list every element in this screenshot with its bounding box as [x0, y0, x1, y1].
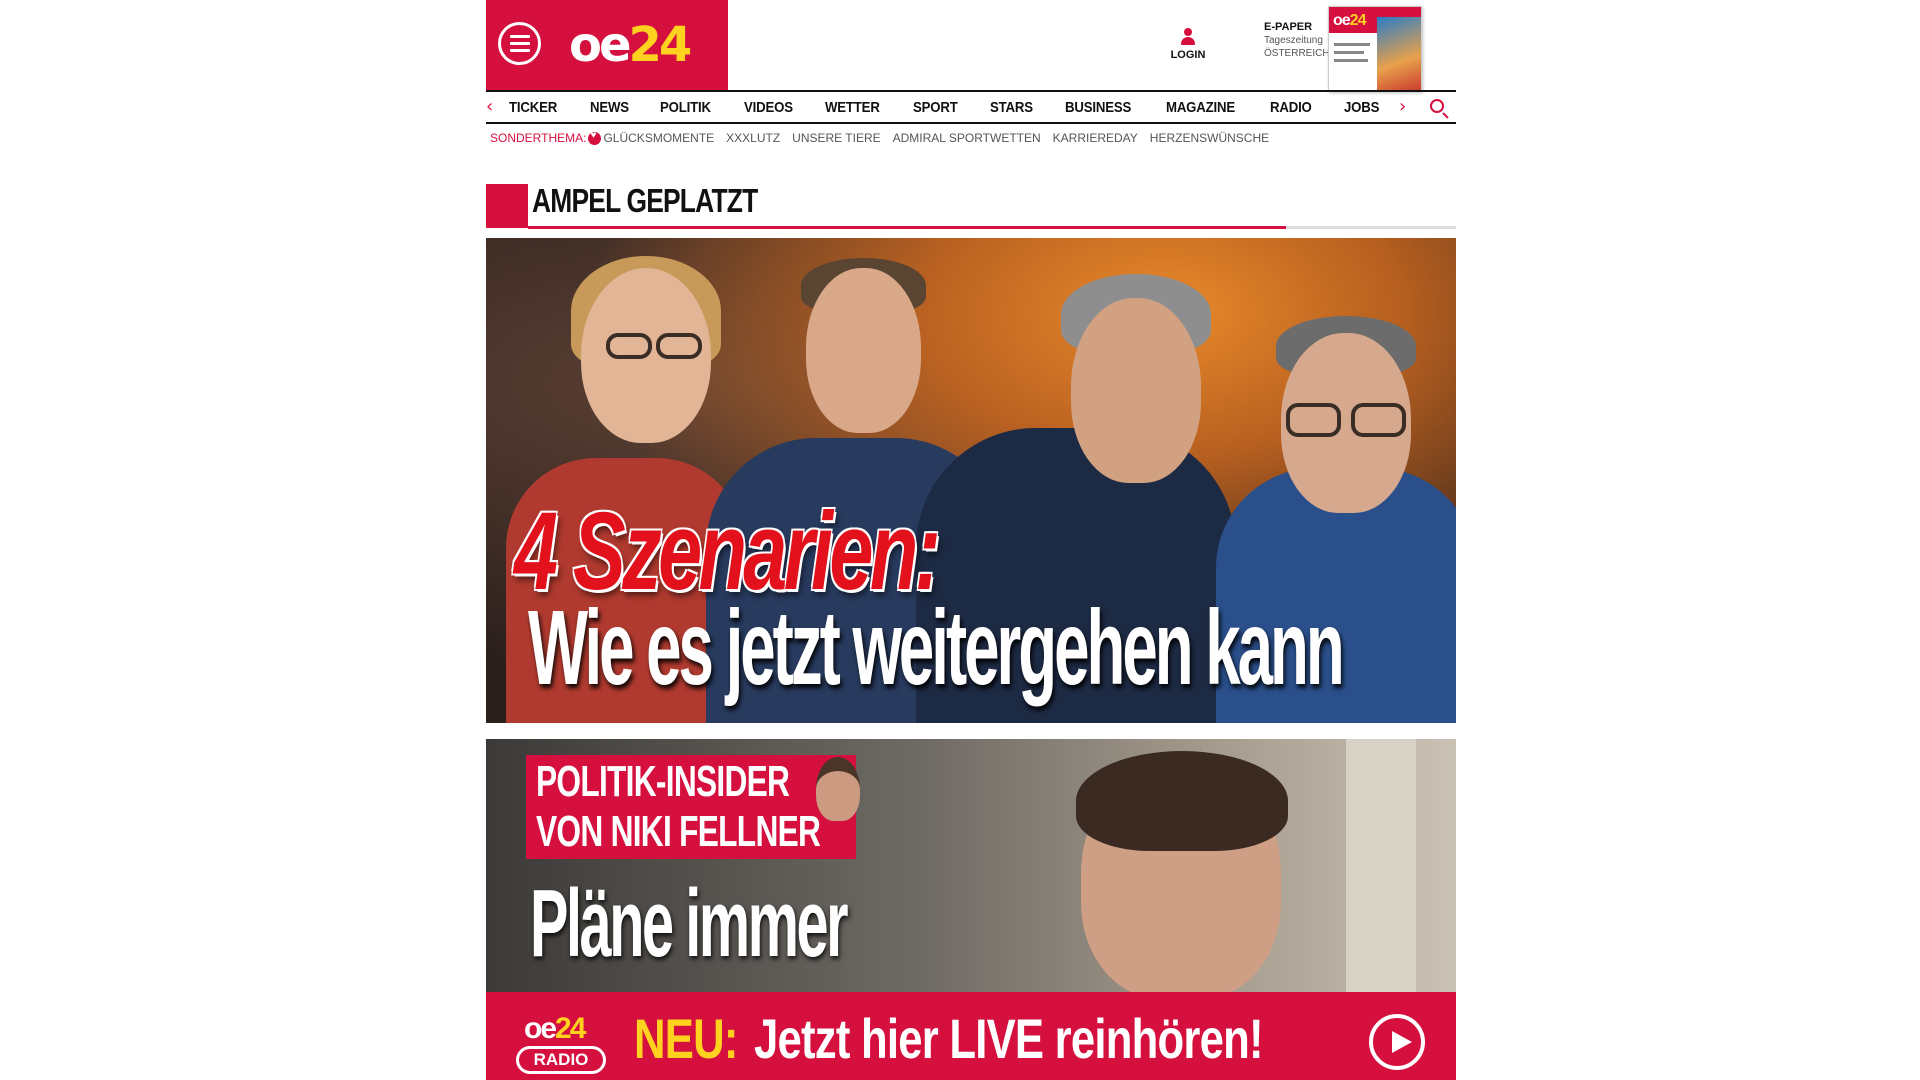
insider-badge-line1: POLITIK-INSIDER [536, 757, 790, 806]
cover-text-line [1334, 59, 1368, 62]
logo-24: 24 [628, 17, 693, 73]
special-topic-label: SONDERTHEMA: [490, 131, 587, 145]
special-topic-karriereday[interactable]: KARRIEREDAY [1053, 131, 1138, 145]
nav-item-radio[interactable]: RADIO [1270, 99, 1312, 116]
chevron-right-icon[interactable]: › [1399, 97, 1406, 117]
nav-item-videos[interactable]: VIDEOS [744, 99, 793, 116]
cover-text-line [1334, 43, 1370, 46]
glasses-icon [1351, 403, 1406, 437]
radio-logo: oe24 RADIO [516, 1012, 612, 1076]
login-button[interactable]: LOGIN [1170, 28, 1206, 61]
play-icon[interactable] [1369, 1014, 1425, 1070]
user-icon [1181, 28, 1195, 46]
cover-text-line [1334, 51, 1364, 54]
epaper-title: E-PAPER [1264, 21, 1313, 33]
header-logo-area: oe24 [486, 0, 728, 90]
search-icon[interactable] [1430, 99, 1444, 113]
hero-article[interactable]: 4 Szenarien: Wie es jetzt weitergehen ka… [486, 238, 1456, 723]
insider-article[interactable]: POLITIK-INSIDER VON NIKI FELLNER Pläne i… [486, 739, 1456, 999]
special-topic-herzenswuensche[interactable]: HERZENSWÜNSCHE [1150, 131, 1269, 145]
nav-item-business[interactable]: BUSINESS [1065, 99, 1131, 116]
nav-item-stars[interactable]: STARS [990, 99, 1033, 116]
nav-items: TICKER NEWS POLITIK VIDEOS WETTER SPORT … [509, 92, 1410, 122]
nav-item-politik[interactable]: POLITIK [660, 99, 711, 116]
epaper-subtitle-1: Tageszeitung [1264, 35, 1323, 46]
epaper-subtitle-2: ÖSTERREICH [1264, 48, 1330, 59]
radio-logo-label: RADIO [516, 1046, 606, 1074]
nav-item-news[interactable]: NEWS [590, 99, 629, 116]
nav-item-wetter[interactable]: WETTER [825, 99, 880, 116]
cover-logo: oe24 [1333, 12, 1366, 29]
insider-headline: Pläne immer [530, 870, 849, 977]
section-title[interactable]: AMPEL GEPLATZT [532, 182, 758, 220]
special-topics-bar: SONDERTHEMA: GLÜCKSMOMENTE XXXLUTZ UNSER… [490, 130, 1281, 146]
glasses-icon [1286, 403, 1341, 437]
hamburger-menu-icon[interactable] [498, 22, 541, 65]
author-avatar [816, 757, 860, 821]
main-nav: ‹ TICKER NEWS POLITIK VIDEOS WETTER SPOR… [486, 90, 1456, 124]
logo-oe: oe [569, 17, 632, 73]
section-marker [486, 184, 528, 228]
special-topic-gluecksmomente[interactable]: GLÜCKSMOMENTE [603, 131, 714, 145]
radio-cta-text: Jetzt hier LIVE reinhören! [754, 1007, 1264, 1070]
cover-photo [1377, 17, 1421, 91]
radio-new-label: NEU: [634, 1007, 738, 1070]
nav-item-jobs[interactable]: JOBS [1344, 99, 1379, 116]
special-topic-xxxlutz[interactable]: XXXLUTZ [726, 131, 780, 145]
person-2-face [806, 268, 921, 433]
heart-icon [588, 130, 602, 145]
hero-headline-white: Wie es jetzt weitergehen kann [528, 589, 1345, 707]
background-pillar [1346, 739, 1416, 999]
site-logo[interactable]: oe24 [569, 16, 693, 74]
nav-item-ticker[interactable]: TICKER [509, 99, 557, 116]
page: oe24 LOGIN E-PAPER Tageszeitung ÖSTERREI… [486, 0, 1456, 1080]
insider-badge-line2: VON NIKI FELLNER [536, 807, 821, 856]
radio-banner[interactable]: oe24 RADIO NEU: Jetzt hier LIVE reinhöre… [486, 992, 1456, 1080]
chevron-left-icon[interactable]: ‹ [486, 97, 493, 117]
epaper-cover-image[interactable]: oe24 [1328, 6, 1422, 92]
special-topic-unsere-tiere[interactable]: UNSERE TIERE [792, 131, 880, 145]
insider-photo-hair [1076, 751, 1288, 851]
special-topic-admiral[interactable]: ADMIRAL SPORTWETTEN [893, 131, 1041, 145]
radio-logo-text: oe24 [524, 1012, 586, 1045]
login-label: LOGIN [1170, 49, 1206, 61]
nav-item-magazine[interactable]: MAGAZINE [1166, 99, 1235, 116]
glasses-icon [606, 333, 652, 359]
glasses-icon [656, 333, 702, 359]
epaper-link[interactable]: E-PAPER Tageszeitung ÖSTERREICH [1264, 21, 1330, 60]
person-3-face [1071, 298, 1201, 483]
section-divider-grey [1286, 226, 1456, 229]
nav-item-sport[interactable]: SPORT [913, 99, 958, 116]
